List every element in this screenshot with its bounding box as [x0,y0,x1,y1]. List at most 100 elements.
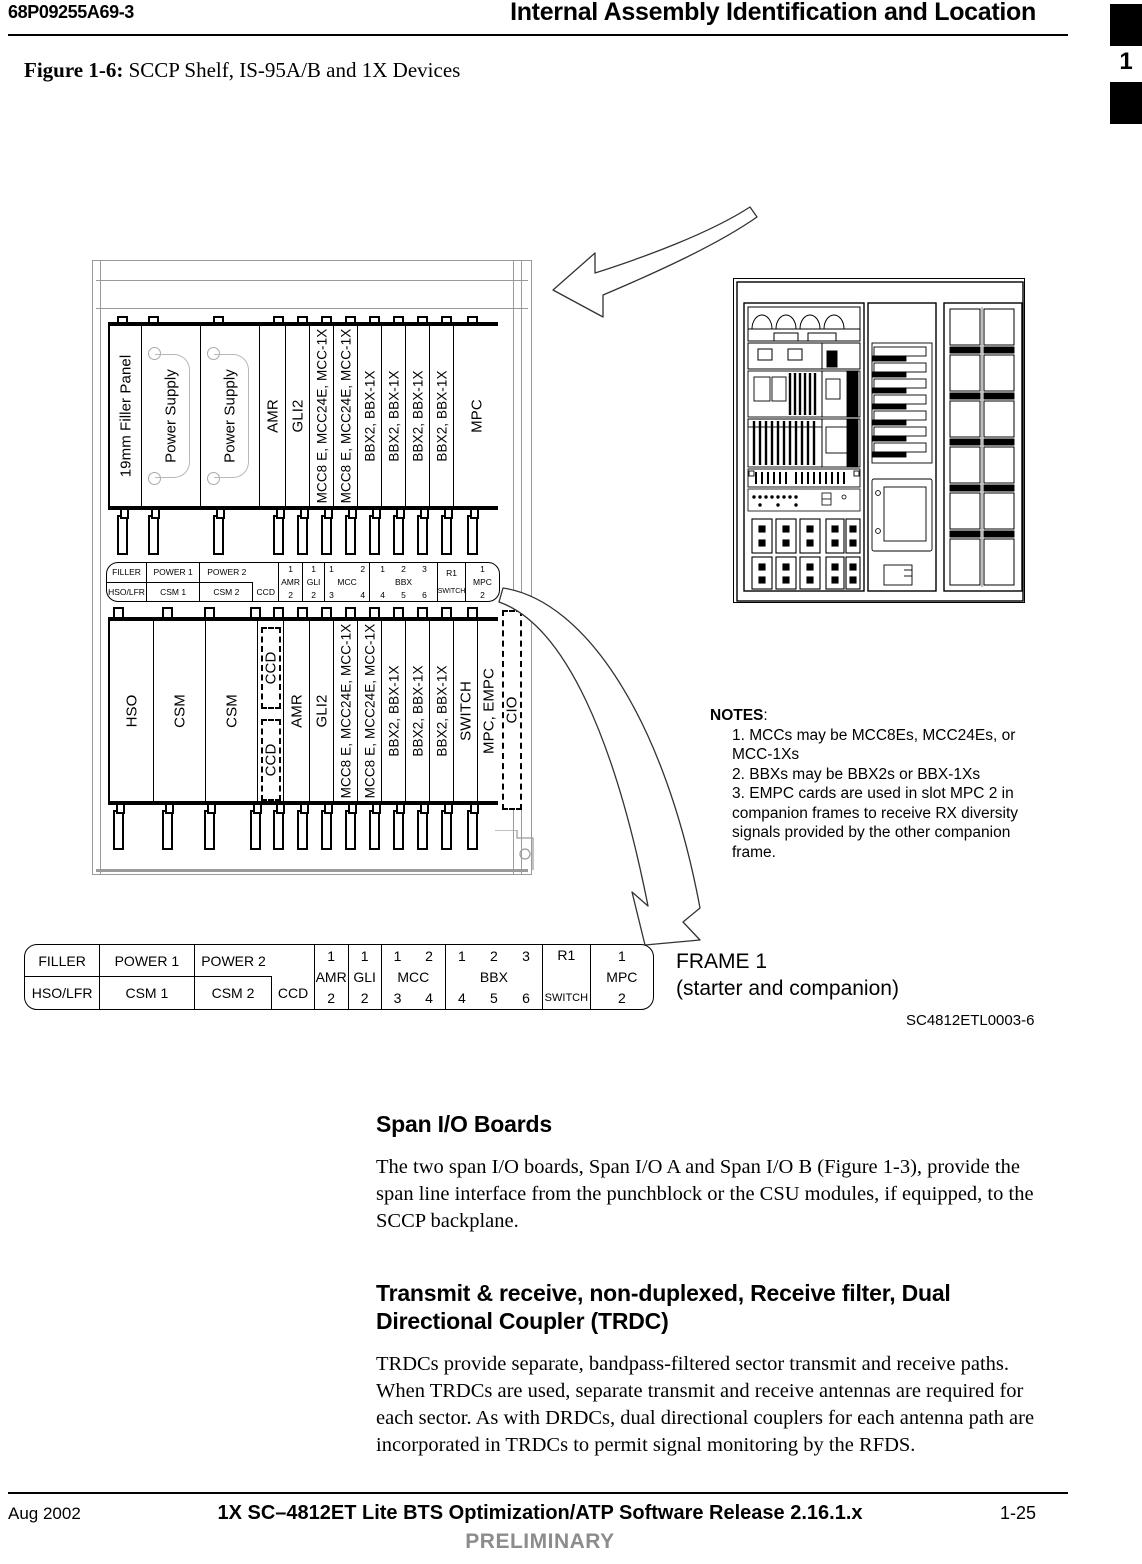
inline-slot-filler: FILLER [107,563,146,583]
bottom-card-bbx-3[interactable]: BBX2, BBX-1X [430,621,454,801]
top-card-bbx-3-label: BBX2, BBX-1X [410,370,425,462]
top-card-bbx-1[interactable]: BBX2, BBX-1X [358,326,382,506]
inline-slot-power1: POWER 1 [147,563,200,583]
inline-slot-mcc-num3: 3 [329,589,334,600]
notes-colon: : [763,707,768,724]
inline-slot-ccd: CCD [256,586,275,597]
page-header: 68P09255A69-3 Internal Assembly Identifi… [0,0,1142,40]
top-card-mcc-2-label: MCC8 E, MCC24E, MCC-1X [338,328,353,504]
bottom-card-bbx-1[interactable]: BBX2, BBX-1X [382,621,406,801]
bottom-card-mpc-empc[interactable]: MPC, EMPC [478,621,500,801]
cabinet-top-rail-2 [96,308,528,309]
legend-hso-lfr: HSO/LFR [31,985,93,1001]
top-card-power-supply-1-label: Power Supply [162,369,180,463]
drawing-number: SC4812ETL0003-6 [906,1012,1035,1029]
top-card-mpc[interactable]: MPC [454,326,500,506]
bottom-card-ccd-slot[interactable]: CCD CCD [258,621,284,801]
inline-slot-switch-name: R1 [446,567,457,578]
bottom-card-cio-label: CIO [503,696,521,724]
bottom-card-ccd-upper-label: CCD [262,651,280,685]
top-card-gli2[interactable]: GLI2 [286,326,310,506]
legend-bbx-num-4: 4 [457,990,466,1007]
footer-preliminary-stamp: PRELIMINARY [465,1530,615,1553]
bottom-card-bbx-2[interactable]: BBX2, BBX-1X [406,621,430,801]
top-card-amr[interactable]: AMR [260,326,286,506]
top-card-bbx-1-label: BBX2, BBX-1X [362,370,377,462]
bottom-card-gli2[interactable]: GLI2 [310,621,334,801]
bottom-card-amr-label: AMR [288,694,305,728]
legend-amr-bottom: 2 [327,990,336,1007]
chapter-tab-block-top [1110,4,1142,46]
bottom-card-gli2-label: GLI2 [313,694,330,728]
legend-power2: POWER 2 [194,945,273,977]
top-card-bbx-3[interactable]: BBX2, BBX-1X [406,326,430,506]
inline-slot-mpc-name: MPC [473,577,492,587]
legend-bbx-name: BBX [479,968,508,985]
body-text: Span I/O Boards The two span I/O boards,… [376,1110,1036,1459]
top-card-power-supply-1[interactable]: Power Supply [142,326,201,506]
cabinet-left-rail [100,260,101,875]
top-card-amr-label: AMR [264,399,281,433]
top-card-mcc-2[interactable]: MCC8 E, MCC24E, MCC-1X [334,326,358,506]
top-card-bbx-2[interactable]: BBX2, BBX-1X [382,326,406,506]
bottom-card-ccd-lower[interactable]: CCD [261,719,281,801]
bottom-card-switch[interactable]: SWITCH [454,621,478,801]
section-paragraph-trdc: TRDCs provide separate, bandpass-filtere… [376,1353,1035,1456]
legend-gli-name: GLI [353,968,376,985]
inline-slot-bbx-num5: 5 [401,589,406,600]
legend-mpc-name: MPC [606,968,638,985]
note-item-2: 2. BBXs may be BBX2s or BBX-1Xs [732,765,981,783]
top-card-bbx-4[interactable]: BBX2, BBX-1X [430,326,454,506]
footer-title: 1X SC–4812ET Lite BTS Optimization/ATP S… [217,1502,863,1524]
legend-amr-top: 1 [327,947,336,964]
inline-slot-power2: POWER 2 [200,563,254,583]
figure-diagram: 19mm Filler Panel Power Supply Power Sup [0,130,1080,1040]
bottom-card-csm-2-label: CSM [223,694,240,728]
bottom-card-bbx-2-label: BBX2, BBX-1X [410,665,425,757]
legend-switch-name: R1 [557,946,576,963]
bottom-card-amr[interactable]: AMR [284,621,310,801]
legend-mcc-num-2: 2 [425,947,433,964]
bottom-card-mcc-1[interactable]: MCC8 E, MCC24E, MCC-1X [334,621,358,801]
bottom-card-csm-1[interactable]: CSM [154,621,206,801]
legend-bbx-num-6: 6 [522,990,530,1007]
top-card-filler-label: 19mm Filler Panel [117,354,134,478]
cabinet-top-rail-1 [96,280,528,281]
inline-slot-bbx-num6: 6 [422,589,427,600]
legend-gli-bottom: 2 [360,990,369,1007]
bottom-card-csm-2[interactable]: CSM [206,621,258,801]
bottom-card-ccd-upper[interactable]: CCD [261,627,281,709]
top-card-gli2-label: GLI2 [289,399,306,433]
inline-slot-mcc-num2: 2 [360,564,366,575]
bottom-card-mcc-2[interactable]: MCC8 E, MCC24E, MCC-1X [358,621,382,801]
notes-title: NOTES [710,707,764,724]
bottom-card-bbx-1-label: BBX2, BBX-1X [386,665,401,757]
inline-slot-hso-lfr: HSO/LFR [108,586,145,597]
bottom-card-mcc-1-label: MCC8 E, MCC24E, MCC-1X [338,623,353,799]
top-card-bbx-2-label: BBX2, BBX-1X [386,370,401,462]
top-card-filler[interactable]: 19mm Filler Panel [110,326,142,506]
inline-slot-gli-top: 1 [311,564,316,575]
frame-caption-line1: FRAME 1 [676,950,768,973]
bottom-card-bbx-3-label: BBX2, BBX-1X [434,665,449,757]
document-number: 68P09255A69-3 [8,2,134,22]
frame-caption-line2: (starter and companion) [676,977,899,1000]
legend-bbx-num-5: 5 [490,990,498,1007]
legend-filler: FILLER [25,945,100,977]
top-card-mcc-1[interactable]: MCC8 E, MCC24E, MCC-1X [310,326,334,506]
bottom-card-csm-1-label: CSM [171,694,188,728]
inline-slot-mcc-num4: 4 [360,589,366,600]
legend-power1: POWER 1 [100,945,194,977]
inline-slot-bbx-num2: 2 [401,564,406,575]
inline-slot-amr-top: 1 [288,564,293,575]
inline-slot-bbx-num1: 1 [380,564,385,575]
bottom-card-cio[interactable]: CIO [502,610,522,810]
top-card-power-supply-2[interactable]: Power Supply [201,326,260,506]
bottom-card-switch-label: SWITCH [457,681,474,741]
legend-switch-sub: SWITCH [544,992,589,1005]
top-card-bbx-4-label: BBX2, BBX-1X [434,370,449,462]
inline-slot-switch-sub: SWITCH [437,588,466,595]
bottom-shelf: HSO CSM CSM CCD CCD AMR GLI2 MCC8 E, MCC… [108,617,500,805]
legend-ccd: CCD [277,985,309,1001]
bottom-card-hso[interactable]: HSO [110,621,154,801]
